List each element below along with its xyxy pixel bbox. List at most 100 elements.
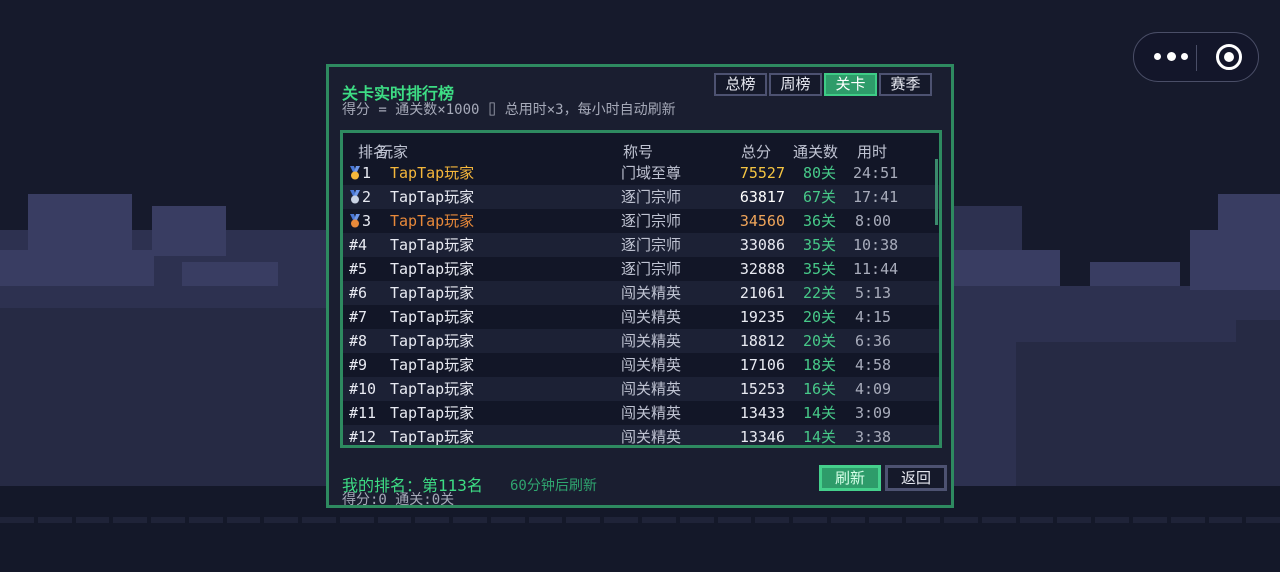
row-title: 闯关精英 <box>621 332 682 350</box>
row-rank-label: 1 <box>362 164 372 182</box>
row-clears: 14关 <box>803 428 837 446</box>
table-row[interactable]: 1 TapTap玩家 门域至尊 75527 80关 24:51 <box>343 161 939 185</box>
row-rank: #5 <box>349 257 379 281</box>
row-rank-label: #4 <box>349 236 368 254</box>
row-rank-label: 3 <box>362 212 372 230</box>
row-total: 63817 <box>739 188 785 206</box>
header-time: 用时 <box>857 143 888 161</box>
row-time: 3:38 <box>854 428 892 446</box>
row-time: 5:13 <box>854 284 892 302</box>
row-player: TapTap玩家 <box>390 260 475 278</box>
header-total: 总分 <box>741 143 772 161</box>
refresh-button[interactable]: 刷新 <box>819 465 881 491</box>
row-title: 闯关精英 <box>621 380 682 398</box>
row-player: TapTap玩家 <box>390 404 475 422</box>
row-title: 闯关精英 <box>621 284 682 302</box>
row-player: TapTap玩家 <box>390 284 475 302</box>
row-rank: #6 <box>349 281 379 305</box>
row-clears: 35关 <box>803 236 837 254</box>
row-time: 4:15 <box>854 308 892 326</box>
row-player: TapTap玩家 <box>390 356 475 374</box>
row-time: 11:44 <box>853 260 899 278</box>
row-clears: 14关 <box>803 404 837 422</box>
table-row[interactable]: #6 TapTap玩家 闯关精英 21061 22关 5:13 <box>343 281 939 305</box>
row-rank-label: 2 <box>362 188 372 206</box>
row-time: 4:09 <box>854 380 892 398</box>
row-rank-label: #6 <box>349 284 368 302</box>
row-clears: 80关 <box>803 164 837 182</box>
row-time: 8:00 <box>854 212 892 230</box>
row-total: 33086 <box>739 236 785 254</box>
row-rank-label: #5 <box>349 260 368 278</box>
back-button[interactable]: 返回 <box>885 465 947 491</box>
list-scrollbar[interactable] <box>935 159 938 225</box>
row-rank-label: #7 <box>349 308 368 326</box>
row-rank-label: #8 <box>349 332 368 350</box>
tab-total[interactable]: 总榜 <box>714 73 767 96</box>
table-row[interactable]: 2 TapTap玩家 逐门宗师 63817 67关 17:41 <box>343 185 939 209</box>
row-time: 6:36 <box>854 332 892 350</box>
row-rank: #7 <box>349 305 379 329</box>
row-rank-label: #9 <box>349 356 368 374</box>
tab-season[interactable]: 赛季 <box>879 73 932 96</box>
row-title: 闯关精英 <box>621 404 682 422</box>
row-player: TapTap玩家 <box>390 380 475 398</box>
ranking-list[interactable]: 排名 玩家 称号 总分 通关数 用时 1 TapTap玩家 门域至尊 75527 80关… <box>340 130 942 448</box>
table-row[interactable]: #5 TapTap玩家 逐门宗师 32888 35关 11:44 <box>343 257 939 281</box>
row-player: TapTap玩家 <box>390 332 475 350</box>
row-total: 15253 <box>739 380 785 398</box>
bronze-medal-icon <box>350 214 360 228</box>
row-clears: 20关 <box>803 332 837 350</box>
row-rank-label: #12 <box>349 428 377 446</box>
row-total: 32888 <box>739 260 785 278</box>
mini-program-capsule <box>1133 32 1259 82</box>
row-rank: #11 <box>349 401 379 425</box>
row-player: TapTap玩家 <box>390 428 475 446</box>
row-time: 24:51 <box>853 164 899 182</box>
table-row[interactable]: #10 TapTap玩家 闯关精英 15253 16关 4:09 <box>343 377 939 401</box>
row-total: 17106 <box>739 356 785 374</box>
table-row[interactable]: #7 TapTap玩家 闯关精英 19235 20关 4:15 <box>343 305 939 329</box>
row-rank-label: #10 <box>349 380 377 398</box>
row-title: 闯关精英 <box>621 428 682 446</box>
table-row[interactable]: #4 TapTap玩家 逐门宗师 33086 35关 10:38 <box>343 233 939 257</box>
table-row[interactable]: #8 TapTap玩家 闯关精英 18812 20关 6:36 <box>343 329 939 353</box>
table-row[interactable]: 3 TapTap玩家 逐门宗师 34560 36关 8:00 <box>343 209 939 233</box>
ranking-rows: 1 TapTap玩家 门域至尊 75527 80关 24:51 2 TapTap玩家 逐门宗师 6… <box>343 161 939 446</box>
row-rank: #12 <box>349 425 379 446</box>
row-clears: 35关 <box>803 260 837 278</box>
silver-medal-icon <box>350 190 360 204</box>
tab-level[interactable]: 关卡 <box>824 73 877 96</box>
target-close-icon[interactable] <box>1216 44 1242 70</box>
table-row[interactable]: #12 TapTap玩家 闯关精英 13346 14关 3:38 <box>343 425 939 446</box>
row-title: 闯关精英 <box>621 308 682 326</box>
row-clears: 18关 <box>803 356 837 374</box>
header-title: 称号 <box>623 143 654 161</box>
row-time: 4:58 <box>854 356 892 374</box>
header-player: 玩家 <box>378 143 409 161</box>
row-total: 75527 <box>739 164 785 182</box>
row-time: 17:41 <box>853 188 899 206</box>
table-row[interactable]: #9 TapTap玩家 闯关精英 17106 18关 4:58 <box>343 353 939 377</box>
row-rank: 2 <box>349 185 379 209</box>
table-row[interactable]: #11 TapTap玩家 闯关精英 13433 14关 3:09 <box>343 401 939 425</box>
my-stats: 得分:0 通关:0关 <box>342 492 455 508</box>
more-dots-icon[interactable] <box>1150 33 1194 81</box>
row-clears: 36关 <box>803 212 837 230</box>
row-clears: 22关 <box>803 284 837 302</box>
row-clears: 67关 <box>803 188 837 206</box>
row-player: TapTap玩家 <box>390 164 475 182</box>
row-rank: 3 <box>349 209 379 233</box>
row-title: 逐门宗师 <box>621 236 682 254</box>
header-clears: 通关数 <box>793 143 839 161</box>
row-title: 门域至尊 <box>621 164 682 182</box>
row-title: 逐门宗师 <box>621 260 682 278</box>
row-title: 闯关精英 <box>621 356 682 374</box>
row-clears: 20关 <box>803 308 837 326</box>
row-total: 19235 <box>739 308 785 326</box>
row-player: TapTap玩家 <box>390 212 475 230</box>
row-title: 逐门宗师 <box>621 188 682 206</box>
capsule-divider <box>1196 45 1197 71</box>
list-header: 排名 玩家 称号 总分 通关数 用时 <box>343 141 939 161</box>
tab-weekly[interactable]: 周榜 <box>769 73 822 96</box>
